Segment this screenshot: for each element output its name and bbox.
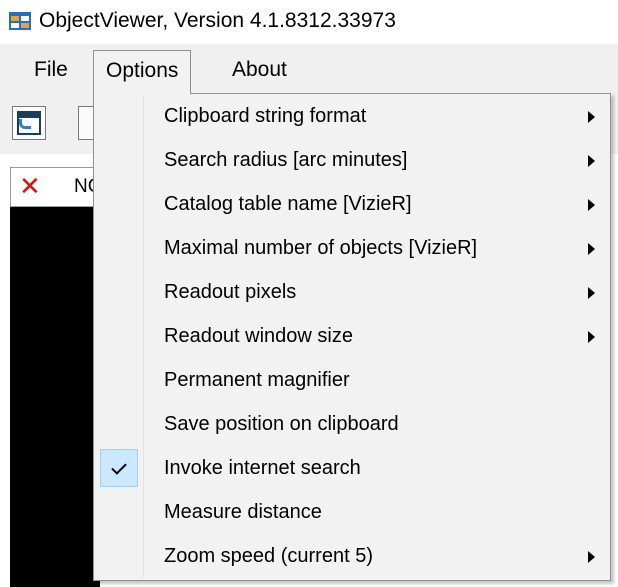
arrow-icon [19, 119, 31, 129]
window-title: ObjectViewer, Version 4.1.8312.33973 [39, 9, 396, 32]
submenu-arrow-icon [588, 287, 595, 299]
submenu-arrow-icon [588, 331, 595, 343]
submenu-arrow-icon [588, 155, 595, 167]
menu-item-label: Save position on clipboard [164, 413, 399, 435]
menu-item-readout-pixels[interactable]: Readout pixels [94, 270, 610, 314]
menu-item-maximal-number-of-objects[interactable]: Maximal number of objects [VizieR] [94, 226, 610, 270]
menu-item-label: Measure distance [164, 501, 322, 523]
menu-item-label: Catalog table name [VizieR] [164, 193, 412, 215]
menu-item-label: Search radius [arc minutes] [164, 149, 408, 171]
menu-item-zoom-speed[interactable]: Zoom speed (current 5) [94, 534, 610, 578]
menu-item-clipboard-string-format[interactable]: Clipboard string format [94, 94, 610, 138]
menu-file[interactable]: File [22, 50, 80, 92]
document-tab[interactable]: ✕ NG [10, 167, 103, 207]
menu-item-label: Invoke internet search [164, 457, 361, 479]
menu-bar: File Options About [0, 44, 618, 94]
menu-item-label: Readout pixels [164, 281, 297, 303]
app-window-icon [9, 12, 31, 30]
submenu-arrow-icon [588, 111, 595, 123]
new-window-button[interactable] [12, 106, 46, 140]
title-bar: ObjectViewer, Version 4.1.8312.33973 [0, 0, 618, 44]
submenu-arrow-icon [588, 551, 595, 563]
menu-item-label: Zoom speed (current 5) [164, 545, 373, 567]
checkmark-icon [100, 449, 138, 487]
menu-options[interactable]: Options [93, 50, 192, 94]
menu-about[interactable]: About [220, 50, 299, 92]
image-viewer[interactable] [10, 207, 100, 587]
options-menu: Clipboard string format Search radius [a… [93, 93, 611, 581]
menu-item-catalog-table-name[interactable]: Catalog table name [VizieR] [94, 182, 610, 226]
menu-item-save-position-on-clipboard[interactable]: Save position on clipboard [94, 402, 610, 446]
menu-item-label: Readout window size [164, 325, 353, 347]
menu-item-readout-window-size[interactable]: Readout window size [94, 314, 610, 358]
close-icon[interactable]: ✕ [19, 172, 41, 202]
menu-item-search-radius[interactable]: Search radius [arc minutes] [94, 138, 610, 182]
menu-item-invoke-internet-search[interactable]: Invoke internet search [94, 446, 610, 490]
menu-item-measure-distance[interactable]: Measure distance [94, 490, 610, 534]
toolbar-button[interactable] [78, 106, 94, 140]
submenu-arrow-icon [588, 243, 595, 255]
submenu-arrow-icon [588, 199, 595, 211]
menu-item-label: Permanent magnifier [164, 369, 350, 391]
menu-item-label: Maximal number of objects [VizieR] [164, 237, 478, 259]
menu-item-label: Clipboard string format [164, 105, 367, 127]
menu-item-permanent-magnifier[interactable]: Permanent magnifier [94, 358, 610, 402]
